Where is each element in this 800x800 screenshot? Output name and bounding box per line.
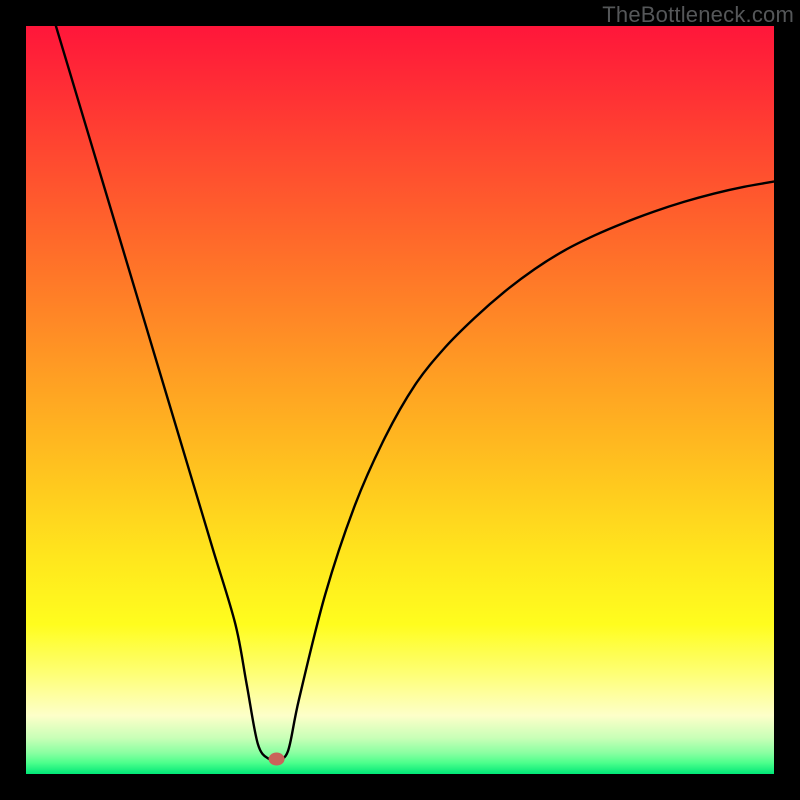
optimum-marker bbox=[269, 753, 285, 766]
chart-svg bbox=[26, 26, 774, 774]
plot-area bbox=[26, 26, 774, 774]
watermark-text: TheBottleneck.com bbox=[602, 2, 794, 28]
chart-frame: TheBottleneck.com bbox=[0, 0, 800, 800]
gradient-background bbox=[26, 26, 774, 774]
